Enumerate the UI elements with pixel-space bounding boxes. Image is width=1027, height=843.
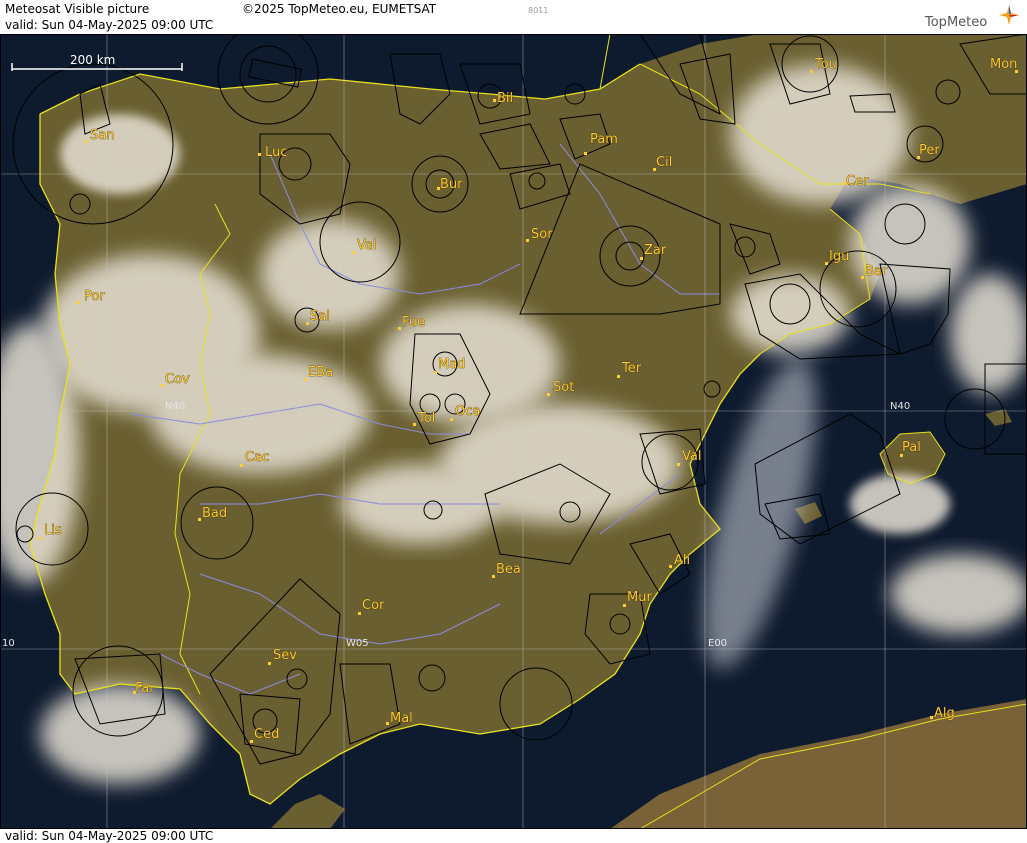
image-code: 8011 [528,6,549,15]
image-title: Meteosat Visible picture [5,2,150,16]
grid-label-w05: W05 [346,638,369,649]
city-label-cil: Cil [656,155,672,170]
topmeteo-logo: TopMeteo [919,5,1019,31]
city-label-val-e: Val [682,449,701,464]
city-label-sot: Sot [553,380,574,395]
copyright-text: ©2025 TopMeteo.eu, EUMETSAT [242,2,437,16]
city-label-ced: Ced [254,727,279,742]
city-label-mal: Mal [390,711,413,726]
city-label-lis: Lis [44,523,62,538]
city-label-pal: Pal [902,440,921,455]
city-label-bea: Bea [496,562,521,577]
city-label-cer: Cer [846,174,869,189]
city-label-sal: Sal [310,309,330,324]
city-label-zar: Zar [644,243,667,258]
valid-time-header: valid: Sun 04-May-2025 09:00 UTC [5,18,214,32]
city-label-cov: Cov [165,372,190,387]
city-label-luc: Luc [265,145,287,160]
city-label-por: Por [84,289,105,304]
city-label-bil: Bil [497,91,513,106]
city-label-sor: Sor [531,227,553,242]
satellite-map: 200 km N40 N40 W05 E00 10 San Luc Bil Pa… [0,34,1027,829]
valid-time-footer: valid: Sun 04-May-2025 09:00 UTC [5,829,214,843]
compass-star-icon [999,5,1019,25]
city-label-bad: Bad [202,506,227,521]
city-label-mon: Mon [990,57,1017,72]
city-label-ter: Ter [621,361,642,376]
grid-label-w10: 10 [2,638,15,649]
city-label-fue: Fue [402,315,425,330]
city-label-ali: Ali [674,553,690,568]
grid-label-e00: E00 [708,638,727,649]
grid-label-n40-east: N40 [890,401,910,412]
grid-label-n40-west: N40 [165,401,185,412]
city-label-eba: EBa [308,365,333,380]
city-label-mad: Mad [438,357,465,372]
map-page: Meteosat Visible picture valid: Sun 04-M… [0,0,1027,843]
city-label-sev: Sev [273,648,297,663]
city-label-bar: Bar [865,264,888,279]
city-label-oca: Oca [455,404,480,419]
city-label-alg: Alg [934,706,955,721]
city-label-cac: Cac [245,450,269,465]
city-label-tou: Tou [814,57,837,72]
city-label-val-n: Val [357,238,376,253]
city-label-san: San [90,128,114,143]
city-label-pam: Pam [590,132,618,147]
city-label-far: Far [135,681,155,696]
city-label-tol: Tol [417,411,435,426]
city-label-bur: Bur [440,177,463,192]
footer-bar: valid: Sun 04-May-2025 09:00 UTC [0,829,1027,843]
city-label-per: Per [919,143,940,158]
header-bar: Meteosat Visible picture valid: Sun 04-M… [0,0,1027,34]
city-label-cor: Cor [362,598,385,613]
scale-bar-label: 200 km [70,53,115,67]
city-label-mur: Mur [627,590,652,605]
city-label-igu: Igu [829,249,849,264]
